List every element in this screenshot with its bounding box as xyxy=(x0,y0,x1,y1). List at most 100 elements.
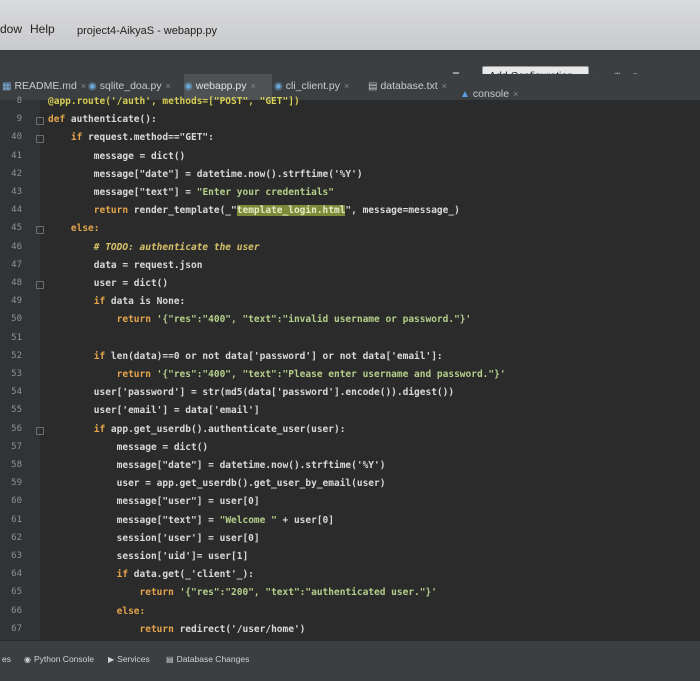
code-token: if xyxy=(48,569,134,581)
services-button[interactable]: ▶ Services xyxy=(108,654,150,664)
line-number: 43 xyxy=(11,187,22,197)
code-line[interactable]: @app.route('/auth', methods=["POST", "GE… xyxy=(48,96,300,107)
close-icon[interactable]: × xyxy=(344,81,349,91)
line-number: 46 xyxy=(11,241,22,252)
code-token: return xyxy=(48,205,134,217)
code-token: len(data)==0 or not data['password'] or … xyxy=(110,350,443,362)
code-token: "Welcome " xyxy=(219,514,277,526)
code-line[interactable]: if data is None: xyxy=(48,296,186,308)
code-line[interactable]: message = dict() xyxy=(48,150,186,162)
tab-database-txt[interactable]: ▤ database.txt × xyxy=(368,74,458,100)
fold-marker-icon[interactable] xyxy=(36,426,44,435)
close-icon[interactable]: × xyxy=(251,81,256,91)
code-token: '{"res":"200", "text":"authenticated use… xyxy=(179,587,437,599)
line-number: 52 xyxy=(11,350,22,361)
code-token: if xyxy=(48,423,111,435)
code-token: app.get_userdb().authenticate_user(user)… xyxy=(110,423,346,435)
code-token: return xyxy=(48,369,157,380)
code-line[interactable]: message["date"] = datetime.now().strftim… xyxy=(48,169,363,180)
code-line[interactable]: message["text"] = "Welcome " + user[0] xyxy=(48,515,334,526)
code-line[interactable]: if data.get(_'client'_): xyxy=(48,569,254,580)
python-console-button[interactable]: ◉ Python Console xyxy=(24,654,94,664)
line-number: 48 xyxy=(11,278,22,288)
code-token: message["date"] = datetime.now().strftim… xyxy=(48,460,386,471)
code-line[interactable]: user['password'] = str(md5(data['passwor… xyxy=(48,387,454,398)
python-icon: ◉ xyxy=(88,81,97,92)
code-token: ", message=message_) xyxy=(345,205,460,217)
markdown-icon: ▦ xyxy=(2,81,12,92)
code-token: user['password'] = str(md5(data['passwor… xyxy=(48,387,455,399)
code-line[interactable]: session['user'] = user[0] xyxy=(48,533,260,544)
close-icon[interactable]: × xyxy=(513,89,518,99)
code-token: def xyxy=(48,114,71,126)
code-token: request.method=="GET": xyxy=(88,132,214,144)
close-icon[interactable]: × xyxy=(166,81,171,91)
code-line[interactable]: if request.method=="GET": xyxy=(48,132,214,143)
code-line[interactable]: user['email'] = data['email'] xyxy=(48,405,260,416)
code-token: else: xyxy=(48,605,146,617)
code-token: else: xyxy=(48,223,100,235)
code-line[interactable]: return '{"res":"200", "text":"authentica… xyxy=(48,587,437,598)
code-token: @app.route('/auth', methods=["POST", "GE… xyxy=(48,96,300,107)
code-token: data.get(_'client'_): xyxy=(133,569,254,581)
line-number: 62 xyxy=(11,532,22,543)
code-line[interactable]: data = request.json xyxy=(48,260,203,271)
code-line[interactable]: return '{"res":"400", "text":"Please ent… xyxy=(48,369,506,380)
code-token: template_login.html xyxy=(236,205,346,217)
line-number: 66 xyxy=(11,605,22,616)
line-number: 54 xyxy=(11,387,22,398)
line-number: 42 xyxy=(11,168,22,179)
code-line[interactable]: else: xyxy=(48,605,146,617)
code-line[interactable]: return '{"res":"400", "text":"invalid us… xyxy=(48,314,472,326)
database-icon: ▤ xyxy=(166,655,174,664)
code-line[interactable]: message["user"] = user[0] xyxy=(48,496,260,507)
line-number: 44 xyxy=(11,205,22,216)
close-icon[interactable]: × xyxy=(442,81,447,91)
code-token: session['user'] = user[0] xyxy=(48,532,260,544)
fold-marker-icon[interactable] xyxy=(36,226,44,235)
code-token: render_template(_" xyxy=(133,205,237,217)
code-line[interactable]: session['uid']= user[1] xyxy=(48,551,249,562)
code-line[interactable]: # TODO: authenticate the user xyxy=(48,242,260,253)
code-token: message = dict() xyxy=(48,150,186,162)
line-number: 47 xyxy=(11,259,22,270)
line-number: 45 xyxy=(11,223,22,234)
code-token: redirect('/user/home') xyxy=(179,623,306,635)
window-title: project4-AikyaS - webapp.py xyxy=(77,25,218,37)
line-number: 57 xyxy=(11,441,22,452)
line-number: 67 xyxy=(11,623,22,634)
code-line[interactable]: if len(data)==0 or not data['password'] … xyxy=(48,351,443,362)
code-line[interactable]: return render_template(_"template_login.… xyxy=(48,205,460,217)
code-line[interactable]: message["text"] = "Enter your credential… xyxy=(48,187,334,198)
line-number: 63 xyxy=(11,551,22,561)
code-line[interactable]: else: xyxy=(48,223,100,235)
line-number: 59 xyxy=(11,478,22,489)
code-token: return xyxy=(48,623,180,635)
code-token: if xyxy=(48,296,111,308)
code-line[interactable]: user = app.get_userdb().get_user_by_emai… xyxy=(48,478,386,489)
code-line[interactable]: message["date"] = datetime.now().strftim… xyxy=(48,460,386,471)
code-line[interactable]: def authenticate(): xyxy=(48,114,157,125)
code-line[interactable]: message = dict() xyxy=(48,441,209,453)
code-token: '{"res":"400", "text":"invalid username … xyxy=(156,314,472,326)
line-number: 56 xyxy=(11,423,22,434)
database-changes-button[interactable]: ▤ Database Changes xyxy=(166,654,249,664)
menu-window[interactable]: dow xyxy=(0,22,22,36)
code-token: message["text"] = xyxy=(48,187,197,198)
code-line[interactable]: user = dict() xyxy=(48,278,168,289)
console-icon: ▲ xyxy=(460,89,470,100)
menu-help[interactable]: Help xyxy=(30,22,55,36)
code-token: return xyxy=(48,314,157,326)
line-number: 58 xyxy=(11,460,22,470)
fold-marker-icon[interactable] xyxy=(36,281,44,289)
line-number: 40 xyxy=(11,132,22,143)
close-icon[interactable]: × xyxy=(81,81,86,91)
fold-marker-icon[interactable] xyxy=(36,135,44,144)
code-token: message = dict() xyxy=(48,441,209,453)
code-token: if xyxy=(48,350,111,362)
fold-marker-icon[interactable] xyxy=(36,117,44,126)
code-line[interactable]: return redirect('/user/home') xyxy=(48,623,306,635)
line-number: 8 xyxy=(16,96,22,106)
code-line[interactable]: if app.get_userdb().authenticate_user(us… xyxy=(48,423,346,435)
python-console-icon: ◉ xyxy=(24,655,31,664)
